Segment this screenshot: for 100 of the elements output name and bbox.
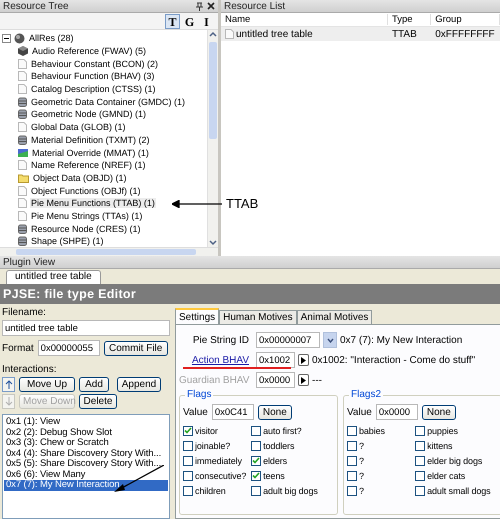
dropdown-button[interactable]: [323, 332, 337, 348]
list-item[interactable]: 0x1 (1): View: [4, 417, 168, 428]
checkbox[interactable]: [183, 486, 193, 496]
view-toggle-button[interactable]: T: [165, 14, 180, 28]
commit-button[interactable]: Commit File: [104, 340, 168, 356]
checkbox[interactable]: [251, 426, 262, 436]
play-icon: [301, 356, 306, 364]
checkbox-label: immediately: [195, 456, 242, 466]
editor-header: PJSE: file type Editor: [0, 284, 500, 304]
tree-item[interactable]: Behaviour Function (BHAV) (3): [30, 71, 156, 82]
delete-button[interactable]: Delete: [79, 394, 117, 409]
value-field[interactable]: 0x0000: [376, 404, 418, 420]
panel-title: Resource Tree: [3, 0, 69, 12]
tree-item[interactable]: AllRes (28): [28, 33, 75, 44]
field-description: 0x1002: "Interaction - Come do stuff": [312, 354, 476, 366]
tree-item[interactable]: Behaviour Constant (BCON) (2): [30, 58, 160, 69]
format-field[interactable]: 0x00000055: [38, 340, 100, 356]
table-cell: TTAB: [392, 28, 417, 40]
pin-icon[interactable]: [196, 2, 203, 10]
list-row[interactable]: untitled tree table TTAB 0xFFFFFFFF: [221, 27, 500, 41]
tree-item[interactable]: Catalog Description (CTSS) (1): [30, 84, 157, 94]
database-icon: [18, 109, 27, 120]
caret-icon: [326, 338, 334, 342]
list-item[interactable]: 0x6 (6): View Many: [4, 470, 168, 480]
checkbox[interactable]: [347, 470, 357, 480]
checkbox[interactable]: [347, 486, 357, 496]
settings-tab[interactable]: Settings: [175, 308, 220, 324]
go-button[interactable]: [298, 354, 309, 366]
value-field[interactable]: 0x1002: [256, 352, 295, 368]
table-cell: untitled tree table: [236, 28, 313, 40]
list-item[interactable]: 0x7 (7): My New Interaction: [4, 480, 168, 490]
list-item[interactable]: 0x2 (2): Debug Show Slot: [4, 428, 168, 438]
go-button[interactable]: [298, 374, 309, 386]
value-field[interactable]: 0x0C41: [212, 404, 254, 420]
view-toggle-button[interactable]: I: [199, 14, 214, 28]
document-icon: [18, 71, 27, 82]
tree-item[interactable]: Global Data (GLOB) (1): [30, 122, 127, 132]
column-header[interactable]: Name: [221, 14, 388, 25]
document-icon: [18, 186, 27, 196]
panel-title: Plugin View: [3, 256, 56, 268]
list-item[interactable]: 0x5 (5): Share Discovery Story With...: [4, 459, 168, 470]
tree-item[interactable]: Material Override (MMAT) (1): [31, 148, 150, 158]
none-button[interactable]: None: [422, 404, 456, 420]
annotation-label: TTAB: [226, 196, 258, 211]
database-icon: [18, 224, 27, 234]
checkbox[interactable]: [415, 426, 426, 436]
document-tab[interactable]: untitled tree table: [6, 270, 101, 284]
settings-tab[interactable]: Animal Motives: [296, 310, 372, 324]
checkbox[interactable]: [347, 426, 357, 436]
down-arrow-icon: [4, 397, 12, 406]
checkbox[interactable]: [251, 470, 262, 480]
column-header[interactable]: Group: [431, 14, 500, 25]
list-item[interactable]: 0x4 (4): Share Discovery Story With...: [4, 448, 168, 459]
checkbox-label: elder big dogs: [427, 456, 482, 466]
table-cell: 0xFFFFFFFF: [435, 28, 495, 40]
vertical-scrollbar[interactable]: [207, 30, 218, 247]
checkbox[interactable]: [251, 486, 262, 496]
close-icon[interactable]: [207, 2, 215, 10]
tree-item[interactable]: Geometric Node (GMND) (1): [30, 109, 148, 120]
horizontal-scrollbar[interactable]: [0, 247, 218, 256]
checkbox[interactable]: [251, 440, 262, 450]
checkbox-label: joinable?: [195, 440, 230, 450]
tree-item[interactable]: Resource Node (CRES) (1): [30, 224, 142, 234]
tree-item[interactable]: Audio Reference (FWAV) (5): [31, 46, 148, 56]
tree-item[interactable]: Object Functions (OBJf) (1): [30, 186, 142, 196]
value-field[interactable]: 0x00000007: [256, 332, 320, 348]
tree-item[interactable]: Geometric Data Container (GMDC) (1): [30, 96, 186, 107]
settings-tab[interactable]: Human Motives: [219, 310, 297, 324]
append-button[interactable]: Append: [117, 377, 161, 392]
database-icon: [18, 236, 27, 246]
checkbox[interactable]: [415, 456, 426, 466]
checkbox[interactable]: [251, 456, 262, 466]
tree-item[interactable]: Material Definition (TXMT) (2): [30, 134, 151, 145]
field-description: 0x7 (7): My New Interaction: [340, 334, 462, 346]
tree-item[interactable]: Shape (SHPE) (1): [30, 236, 105, 246]
tree-item[interactable]: Pie Menu Functions (TTAB) (1): [30, 198, 156, 208]
tree-item[interactable]: Pie Menu Strings (TTAs) (1): [30, 210, 144, 221]
none-button[interactable]: None: [258, 404, 292, 420]
move-up-button[interactable]: Move Up: [19, 377, 75, 392]
list-item[interactable]: 0x3 (3): Chew or Scratch: [4, 438, 168, 448]
checkbox[interactable]: [183, 440, 193, 450]
tree-item[interactable]: Name Reference (NREF) (1): [30, 160, 147, 170]
checkbox[interactable]: [415, 470, 426, 480]
checkbox[interactable]: [347, 456, 357, 466]
up-arrow-button[interactable]: [2, 377, 15, 392]
tree-item[interactable]: Object Data (OBJD) (1): [32, 172, 128, 183]
checkbox[interactable]: [183, 470, 193, 480]
view-toggle-button[interactable]: G: [182, 14, 197, 28]
field-link[interactable]: Action BHAV: [179, 354, 253, 366]
play-icon: [301, 376, 306, 384]
checkbox[interactable]: [415, 440, 426, 450]
checkbox[interactable]: [183, 426, 193, 436]
add-button[interactable]: Add: [79, 377, 109, 392]
checkbox[interactable]: [183, 456, 193, 466]
collapse-icon[interactable]: [2, 34, 11, 43]
database-icon: [18, 134, 27, 145]
checkbox[interactable]: [415, 486, 426, 496]
checkbox[interactable]: [347, 440, 357, 450]
filename-field[interactable]: untitled tree table: [2, 320, 170, 336]
column-header[interactable]: Type: [388, 14, 432, 25]
